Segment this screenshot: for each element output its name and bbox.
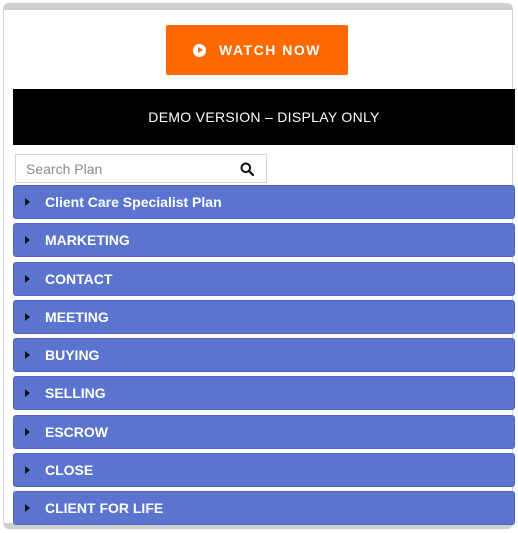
accordion-item-contact[interactable]: CONTACT bbox=[13, 261, 515, 296]
caret-right-icon bbox=[25, 389, 30, 398]
caret-right-icon bbox=[25, 198, 30, 206]
play-circle-icon bbox=[193, 43, 207, 57]
search-icon[interactable] bbox=[234, 156, 260, 182]
caret-right-icon bbox=[25, 351, 30, 360]
caret-right-icon bbox=[25, 466, 30, 475]
demo-banner: DEMO VERSION – DISPLAY ONLY bbox=[13, 89, 515, 145]
accordion-item-client-care-specialist-plan[interactable]: Client Care Specialist Plan bbox=[13, 185, 515, 219]
caret-right-icon bbox=[25, 312, 30, 321]
accordion-item-meeting[interactable]: MEETING bbox=[13, 299, 515, 334]
caret-right-icon bbox=[25, 274, 30, 283]
caret-right-icon bbox=[25, 427, 30, 436]
accordion-item-label: SELLING bbox=[45, 385, 106, 402]
accordion-item-label: Client Care Specialist Plan bbox=[45, 194, 222, 210]
watch-now-label: WATCH NOW bbox=[219, 42, 321, 58]
watch-now-wrapper: WATCH NOW bbox=[166, 25, 348, 75]
accordion-item-label: CLOSE bbox=[45, 462, 94, 479]
accordion-item-marketing[interactable]: MARKETING bbox=[13, 223, 515, 258]
accordion-item-label: ESCROW bbox=[45, 423, 108, 440]
caret-right-icon bbox=[25, 236, 30, 245]
search-input[interactable] bbox=[16, 155, 234, 182]
accordion-item-client-for-life[interactable]: CLIENT FOR LIFE bbox=[13, 491, 515, 526]
accordion-item-escrow[interactable]: ESCROW bbox=[13, 414, 515, 449]
accordion-item-label: MEETING bbox=[45, 308, 109, 325]
accordion-item-close[interactable]: CLOSE bbox=[13, 453, 515, 488]
plan-accordion: Client Care Specialist Plan MARKETING CO… bbox=[13, 185, 515, 530]
demo-banner-text: DEMO VERSION – DISPLAY ONLY bbox=[148, 109, 380, 125]
caret-right-icon bbox=[25, 504, 30, 513]
accordion-item-label: MARKETING bbox=[45, 232, 130, 249]
search-box bbox=[15, 154, 267, 183]
accordion-item-label: CONTACT bbox=[45, 270, 113, 287]
page-frame: WATCH NOW DEMO VERSION – DISPLAY ONLY Cl… bbox=[3, 3, 515, 530]
accordion-item-buying[interactable]: BUYING bbox=[13, 338, 515, 373]
watch-now-button[interactable]: WATCH NOW bbox=[166, 25, 348, 75]
accordion-item-label: CLIENT FOR LIFE bbox=[45, 500, 164, 517]
accordion-item-selling[interactable]: SELLING bbox=[13, 376, 515, 411]
accordion-item-label: BUYING bbox=[45, 347, 100, 364]
